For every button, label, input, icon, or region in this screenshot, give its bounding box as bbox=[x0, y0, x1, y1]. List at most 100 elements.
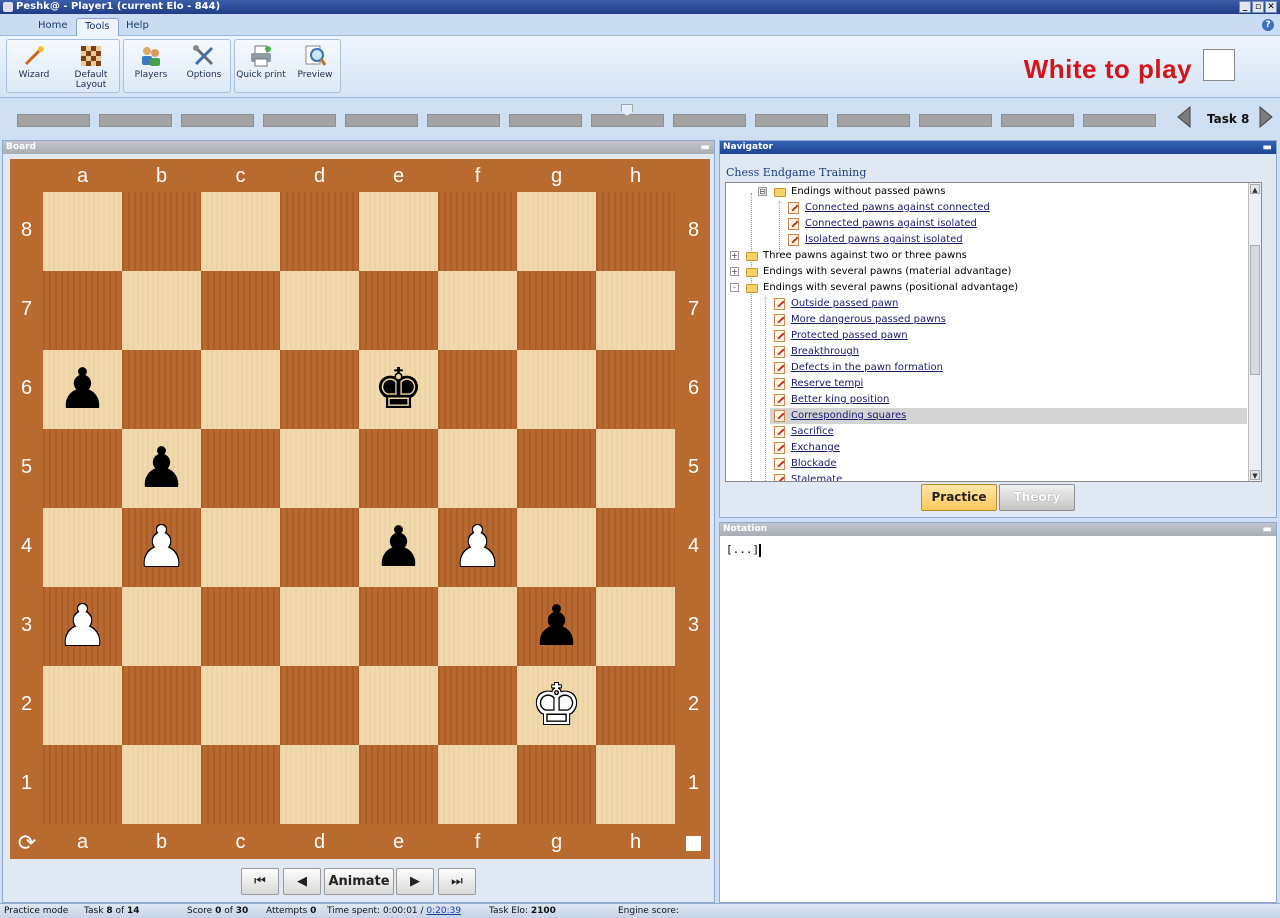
task-segment[interactable] bbox=[673, 114, 746, 127]
square-f8[interactable] bbox=[438, 192, 517, 271]
square-e7[interactable] bbox=[359, 271, 438, 350]
task-segment[interactable] bbox=[755, 114, 828, 127]
square-e2[interactable] bbox=[359, 666, 438, 745]
white-pawn-f4[interactable]: ♟ bbox=[438, 508, 517, 587]
tree-item[interactable]: Reserve tempi bbox=[726, 376, 1247, 392]
square-h4[interactable] bbox=[596, 508, 675, 587]
tree-item[interactable]: Exchange bbox=[726, 440, 1247, 456]
task-segment[interactable] bbox=[1083, 114, 1156, 127]
tree-expander-icon[interactable]: + bbox=[730, 251, 739, 260]
minimize-panel-icon[interactable]: ▬ bbox=[1263, 523, 1272, 536]
square-g4[interactable] bbox=[517, 508, 596, 587]
square-b1[interactable] bbox=[122, 745, 201, 824]
square-b6[interactable] bbox=[122, 350, 201, 429]
restore-button[interactable]: ▫ bbox=[1252, 1, 1264, 13]
square-g6[interactable] bbox=[517, 350, 596, 429]
tree-item[interactable]: Corresponding squares bbox=[770, 408, 1247, 424]
square-g7[interactable] bbox=[517, 271, 596, 350]
tree-item[interactable]: Connected pawns against isolated bbox=[726, 216, 1247, 232]
square-h5[interactable] bbox=[596, 429, 675, 508]
task-segment[interactable] bbox=[99, 114, 172, 127]
task-segment[interactable] bbox=[919, 114, 992, 127]
tree-folder[interactable]: + Three pawns against two or three pawns bbox=[726, 248, 1247, 264]
scroll-down-icon[interactable]: ▼ bbox=[1250, 470, 1260, 480]
square-c8[interactable] bbox=[201, 192, 280, 271]
tree-item[interactable]: Breakthrough bbox=[726, 344, 1247, 360]
tree-expander-icon[interactable]: - bbox=[730, 283, 739, 292]
quick-print-button[interactable]: Quick print bbox=[235, 40, 287, 92]
first-move-button[interactable]: ⏮ bbox=[241, 868, 279, 895]
square-a4[interactable] bbox=[43, 508, 122, 587]
white-pawn-a3[interactable]: ♟ bbox=[43, 587, 122, 666]
task-segment[interactable] bbox=[263, 114, 336, 127]
square-d8[interactable] bbox=[280, 192, 359, 271]
square-d6[interactable] bbox=[280, 350, 359, 429]
options-button[interactable]: Options bbox=[178, 40, 230, 92]
square-e3[interactable] bbox=[359, 587, 438, 666]
tree-item[interactable]: Outside passed pawn bbox=[726, 296, 1247, 312]
square-e1[interactable] bbox=[359, 745, 438, 824]
square-f1[interactable] bbox=[438, 745, 517, 824]
last-move-button[interactable]: ⏭ bbox=[438, 868, 476, 895]
time-limit-link[interactable]: 0:20:39 bbox=[426, 906, 461, 916]
tree-item[interactable]: Better king position bbox=[726, 392, 1247, 408]
minimize-panel-icon[interactable]: ▬ bbox=[701, 141, 710, 154]
task-segment[interactable] bbox=[1001, 114, 1074, 127]
square-h1[interactable] bbox=[596, 745, 675, 824]
task-segment[interactable] bbox=[427, 114, 500, 127]
square-d4[interactable] bbox=[280, 508, 359, 587]
preview-button[interactable]: Preview bbox=[289, 40, 341, 92]
tree-item[interactable]: More dangerous passed pawns bbox=[726, 312, 1247, 328]
square-b3[interactable] bbox=[122, 587, 201, 666]
scroll-up-icon[interactable]: ▲ bbox=[1250, 184, 1260, 194]
square-c1[interactable] bbox=[201, 745, 280, 824]
square-h2[interactable] bbox=[596, 666, 675, 745]
square-a8[interactable] bbox=[43, 192, 122, 271]
task-segment[interactable] bbox=[17, 114, 90, 127]
square-e5[interactable] bbox=[359, 429, 438, 508]
tree-item[interactable]: Defects in the pawn formation bbox=[726, 360, 1247, 376]
black-king-e6[interactable]: ♚ bbox=[359, 350, 438, 429]
previous-move-button[interactable]: ◀ bbox=[283, 868, 321, 895]
square-e8[interactable] bbox=[359, 192, 438, 271]
tree-folder[interactable]: + Endings with several pawns (material ad… bbox=[726, 264, 1247, 280]
default-layout-button[interactable]: Default Layout bbox=[65, 40, 117, 92]
square-c7[interactable] bbox=[201, 271, 280, 350]
square-a7[interactable] bbox=[43, 271, 122, 350]
square-c2[interactable] bbox=[201, 666, 280, 745]
notation-area[interactable]: [...] bbox=[726, 543, 762, 557]
help-icon[interactable]: ? bbox=[1262, 19, 1274, 31]
square-g8[interactable] bbox=[517, 192, 596, 271]
theory-button[interactable]: Theory bbox=[999, 484, 1075, 511]
black-pawn-e4[interactable]: ♟ bbox=[359, 508, 438, 587]
square-f5[interactable] bbox=[438, 429, 517, 508]
tree-item[interactable]: Connected pawns against connected bbox=[726, 200, 1247, 216]
tree-expander-icon[interactable]: ⊟ bbox=[758, 187, 767, 196]
square-g1[interactable] bbox=[517, 745, 596, 824]
tree-item[interactable]: Sacrifice bbox=[726, 424, 1247, 440]
square-h3[interactable] bbox=[596, 587, 675, 666]
tree-item[interactable]: Protected passed pawn bbox=[726, 328, 1247, 344]
square-h7[interactable] bbox=[596, 271, 675, 350]
square-f3[interactable] bbox=[438, 587, 517, 666]
animate-button[interactable]: Animate bbox=[324, 868, 394, 895]
practice-button[interactable]: Practice bbox=[921, 484, 997, 511]
black-pawn-a6[interactable]: ♟ bbox=[43, 350, 122, 429]
task-segment[interactable] bbox=[181, 114, 254, 127]
white-king-g2[interactable]: ♚ bbox=[517, 666, 596, 745]
square-f6[interactable] bbox=[438, 350, 517, 429]
tab-help[interactable]: Help bbox=[118, 18, 157, 36]
square-g5[interactable] bbox=[517, 429, 596, 508]
players-button[interactable]: Players bbox=[125, 40, 177, 92]
square-a1[interactable] bbox=[43, 745, 122, 824]
square-b8[interactable] bbox=[122, 192, 201, 271]
next-move-button[interactable]: ▶ bbox=[396, 868, 434, 895]
close-button[interactable]: ✕ bbox=[1265, 1, 1277, 13]
square-d7[interactable] bbox=[280, 271, 359, 350]
square-c4[interactable] bbox=[201, 508, 280, 587]
square-d2[interactable] bbox=[280, 666, 359, 745]
tab-tools[interactable]: Tools bbox=[76, 18, 119, 36]
tree-expander-icon[interactable]: + bbox=[730, 267, 739, 276]
square-c5[interactable] bbox=[201, 429, 280, 508]
tab-home[interactable]: Home bbox=[30, 18, 76, 36]
